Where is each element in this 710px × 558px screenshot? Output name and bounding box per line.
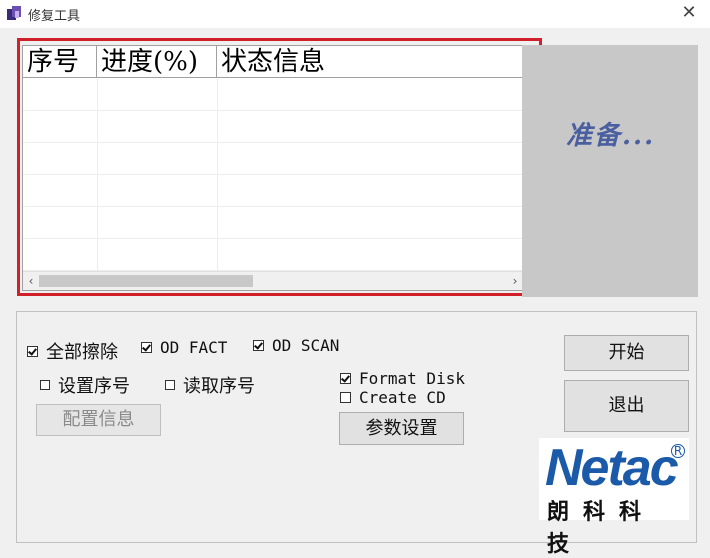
format-disk-checkbox[interactable]: Format Disk xyxy=(340,369,465,388)
params-settings-button[interactable]: 参数设置 xyxy=(339,412,464,445)
config-info-button[interactable]: 配置信息 xyxy=(36,404,161,436)
create-cd-label: Create CD xyxy=(359,388,446,407)
od-scan-checkbox[interactable]: OD SCAN xyxy=(253,336,339,355)
set-serial-checkbox[interactable]: 设置序号 xyxy=(40,372,130,398)
checkbox-box[interactable] xyxy=(340,373,351,384)
checkbox-box[interactable] xyxy=(40,380,50,390)
netac-logo: Netac R 朗科科技 xyxy=(539,438,689,557)
window-title: 修复工具 xyxy=(28,9,81,24)
read-serial-checkbox[interactable]: 读取序号 xyxy=(165,372,255,398)
checkbox-box[interactable] xyxy=(340,392,351,403)
status-panel xyxy=(522,45,698,297)
od-fact-label: OD FACT xyxy=(160,338,228,357)
close-icon[interactable]: ✕ xyxy=(676,2,702,24)
highlight-box xyxy=(17,38,542,296)
checkbox-box[interactable] xyxy=(165,380,175,390)
checkbox-box[interactable] xyxy=(253,340,264,351)
logo-wordmark: Netac xyxy=(545,439,679,497)
checkbox-box[interactable] xyxy=(141,342,152,353)
set-serial-label: 设置序号 xyxy=(58,376,130,397)
create-cd-checkbox[interactable]: Create CD xyxy=(340,388,446,407)
erase-all-label: 全部擦除 xyxy=(46,342,118,363)
od-fact-checkbox[interactable]: OD FACT xyxy=(141,338,227,357)
read-serial-label: 读取序号 xyxy=(183,376,255,397)
title-bar: 修复工具 ✕ xyxy=(0,0,710,28)
logo-chinese-name: 朗科科技 xyxy=(547,500,656,557)
format-disk-label: Format Disk xyxy=(359,369,465,388)
start-button[interactable]: 开始 xyxy=(564,335,689,371)
status-text: 准备... xyxy=(566,121,656,151)
od-scan-label: OD SCAN xyxy=(272,336,340,355)
checkbox-box[interactable] xyxy=(27,345,38,357)
exit-button[interactable]: 退出 xyxy=(564,380,689,432)
app-icon xyxy=(7,6,21,20)
registered-mark-icon: R xyxy=(671,444,685,458)
erase-all-checkbox[interactable]: 全部擦除 xyxy=(27,338,118,364)
